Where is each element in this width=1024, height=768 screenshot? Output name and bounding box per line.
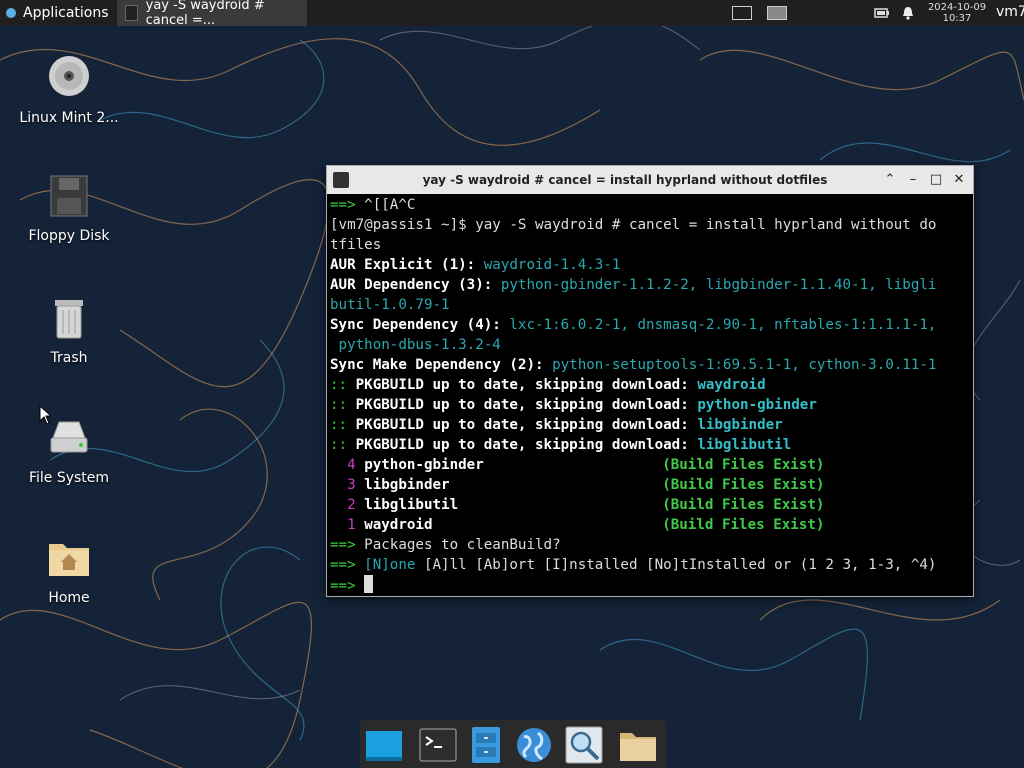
terminal-colons: :: bbox=[330, 377, 348, 393]
terminal-line: tfiles bbox=[330, 237, 382, 253]
workspace-1[interactable] bbox=[732, 0, 752, 26]
window-maximize-button[interactable]: □ bbox=[928, 172, 944, 188]
build-number: 3 bbox=[347, 477, 356, 493]
applications-label: Applications bbox=[23, 5, 109, 21]
workspace-2[interactable] bbox=[767, 0, 787, 26]
build-status: (Build Files Exist) bbox=[662, 457, 825, 473]
build-number: 1 bbox=[347, 517, 356, 533]
user-menu[interactable]: vm7 bbox=[996, 4, 1024, 20]
terminal-label: PKGBUILD up to date, skipping download: bbox=[347, 377, 698, 393]
web-browser-icon[interactable] bbox=[514, 725, 554, 765]
terminal-titlebar[interactable]: yay -S waydroid # cancel = install hyprl… bbox=[327, 166, 973, 194]
desktop-icon-label: Floppy Disk bbox=[28, 228, 110, 244]
package-name: waydroid bbox=[697, 377, 766, 393]
package-name: libglibutil bbox=[697, 437, 792, 453]
clock-date: 2024-10-09 bbox=[927, 2, 987, 13]
desktop-icon-label: File System bbox=[28, 470, 110, 486]
desktop-icon-label: Linux Mint 2... bbox=[19, 110, 119, 126]
file-manager-icon[interactable] bbox=[466, 725, 506, 765]
app-finder-search-icon[interactable] bbox=[564, 725, 604, 765]
terminal-label: AUR Explicit (1): bbox=[330, 257, 484, 273]
xfce-mouse-icon bbox=[6, 8, 16, 18]
window-close-button[interactable]: ✕ bbox=[951, 172, 967, 188]
desktop-icon-home[interactable]: Home bbox=[14, 534, 124, 606]
prompt-arrow: ==> bbox=[330, 197, 356, 213]
terminal-label: PKGBUILD up to date, skipping download: bbox=[347, 397, 698, 413]
build-status: (Build Files Exist) bbox=[662, 497, 825, 513]
floppy-disk-icon bbox=[50, 175, 88, 217]
terminal-label: Sync Dependency (4): bbox=[330, 317, 510, 333]
terminal-colons: :: bbox=[330, 417, 348, 433]
prompt-arrow: ==> bbox=[330, 537, 356, 553]
build-status: (Build Files Exist) bbox=[662, 517, 825, 533]
terminal-line: Packages to cleanBuild? bbox=[355, 537, 561, 553]
terminal-colons: :: bbox=[330, 437, 348, 453]
terminal-output[interactable]: ==> ^[[A^C [vm7@passis1 ~]$ yay -S waydro… bbox=[327, 194, 973, 596]
window-menu-chevron-up-icon[interactable]: ⌃ bbox=[882, 172, 898, 188]
mouse-pointer-icon bbox=[39, 405, 51, 425]
notification-bell-icon[interactable] bbox=[900, 5, 916, 21]
terminal-value: python-setuptools-1:69.5.1-1, cython-3.0… bbox=[552, 357, 937, 373]
terminal-colons: :: bbox=[330, 397, 348, 413]
trash-icon bbox=[55, 300, 83, 339]
home-folder-icon bbox=[49, 544, 89, 576]
desktop-icon-linux-mint[interactable]: Linux Mint 2... bbox=[14, 54, 124, 126]
prompt-arrow: ==> bbox=[330, 578, 356, 594]
terminal-app-icon bbox=[333, 172, 349, 188]
terminal-line: ^[[A^C bbox=[355, 197, 416, 213]
desktop-icon-floppy-disk[interactable]: Floppy Disk bbox=[14, 172, 124, 244]
option-none: [N]one bbox=[364, 557, 416, 573]
prompt-arrow: ==> bbox=[330, 557, 356, 573]
package-name: python-gbinder bbox=[697, 397, 817, 413]
terminal-window-icon bbox=[124, 5, 138, 21]
build-package-name: waydroid bbox=[364, 517, 433, 533]
package-name: libgbinder bbox=[697, 417, 783, 433]
top-panel: Applications yay -S waydroid # cancel =.… bbox=[0, 0, 1024, 28]
optical-disc-icon bbox=[49, 56, 89, 96]
taskbar-window-title: yay -S waydroid # cancel =... bbox=[145, 0, 265, 28]
terminal-value: python-dbus-1.3.2-4 bbox=[330, 337, 501, 353]
show-desktop-icon[interactable] bbox=[364, 725, 404, 765]
terminal-label: Sync Make Dependency (2): bbox=[330, 357, 553, 373]
terminal-icon[interactable] bbox=[418, 725, 458, 765]
desktop-icon-label: Trash bbox=[50, 350, 88, 366]
terminal-value: lxc-1:6.0.2-1, dnsmasq-2.90-1, nftables-… bbox=[509, 317, 937, 333]
terminal-line: [vm7@passis1 ~]$ yay -S waydroid # cance… bbox=[330, 217, 937, 233]
desktop-icon-label: Home bbox=[48, 590, 90, 606]
terminal-window[interactable]: yay -S waydroid # cancel = install hyprl… bbox=[326, 165, 974, 597]
clock[interactable]: 2024-10-09 10:37 bbox=[925, 2, 989, 24]
desktop-icon-file-system[interactable]: File System bbox=[14, 414, 124, 486]
battery-icon[interactable] bbox=[874, 5, 890, 21]
window-minimize-button[interactable]: – bbox=[905, 172, 921, 188]
build-package-name: libglibutil bbox=[364, 497, 459, 513]
hard-drive-icon bbox=[50, 421, 88, 453]
build-package-name: libgbinder bbox=[364, 477, 450, 493]
terminal-label: PKGBUILD up to date, skipping download: bbox=[347, 417, 698, 433]
build-package-name: python-gbinder bbox=[364, 457, 484, 473]
terminal-value: waydroid-1.4.3-1 bbox=[483, 257, 621, 273]
terminal-label: PKGBUILD up to date, skipping download: bbox=[347, 437, 698, 453]
clock-time: 10:37 bbox=[942, 13, 972, 24]
window-title: yay -S waydroid # cancel = install hyprl… bbox=[422, 173, 828, 187]
desktop-icon-trash[interactable]: Trash bbox=[14, 294, 124, 366]
terminal-options: [A]ll [Ab]ort [I]nstalled [No]tInstalled… bbox=[415, 557, 937, 573]
terminal-label: AUR Dependency (3): bbox=[330, 277, 501, 293]
folder-icon[interactable] bbox=[618, 725, 658, 765]
text-cursor[interactable] bbox=[364, 575, 374, 593]
terminal-value: butil-1.0.79-1 bbox=[330, 297, 450, 313]
applications-menu[interactable]: Applications bbox=[0, 0, 113, 26]
build-number: 4 bbox=[347, 457, 356, 473]
build-status: (Build Files Exist) bbox=[662, 477, 825, 493]
bottom-dock bbox=[360, 720, 666, 768]
taskbar-window-terminal[interactable]: yay -S waydroid # cancel =... bbox=[116, 0, 307, 28]
terminal-value: python-gbinder-1.1.2-2, libgbinder-1.1.4… bbox=[500, 277, 937, 293]
build-number: 2 bbox=[347, 497, 356, 513]
